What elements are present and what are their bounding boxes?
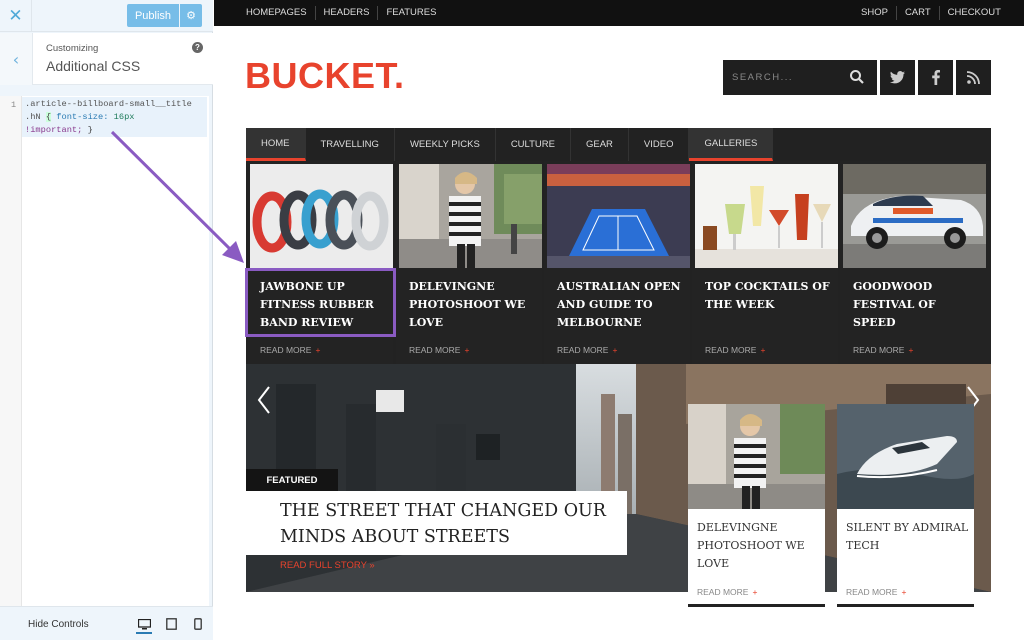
nav-weekly-picks[interactable]: WEEKLY PICKS <box>395 128 496 161</box>
nav-gear[interactable]: GEAR <box>571 128 629 161</box>
mini-card-title[interactable]: DELEVINGNE PHOTOSHOOT WE LOVE <box>697 519 822 573</box>
read-more-link[interactable]: READ MORE + <box>846 587 906 597</box>
css-editor[interactable] <box>0 96 209 606</box>
code-rule-end: !important; } <box>25 124 204 137</box>
card-title[interactable]: TOP COCKTAILS OF THE WEEK <box>705 278 830 314</box>
mobile-icon[interactable] <box>190 617 206 631</box>
site-logo[interactable]: BUCKET. <box>245 55 405 97</box>
back-chevron-icon[interactable]: ‹ <box>0 33 33 85</box>
slider-card[interactable]: DELEVINGNE PHOTOSHOOT WE LOVE READ MORE + <box>688 404 825 607</box>
card-image-stadium[interactable] <box>547 164 690 268</box>
code-selector: .article--billboard-small__title <box>25 99 192 109</box>
desktop-icon[interactable] <box>136 617 152 634</box>
mini-card-title[interactable]: SILENT BY ADMIRAL TECH <box>846 519 971 555</box>
read-full-story-link[interactable]: READ FULL STORY » <box>280 560 375 571</box>
editor-gutter <box>0 96 22 606</box>
hide-controls-button[interactable]: Hide Controls <box>28 619 89 630</box>
css-code-line[interactable]: .article--billboard-small__title .hN { f… <box>22 97 207 137</box>
article-card[interactable]: GOODWOOD FESTIVAL OF SPEED READ MORE + <box>840 161 991 364</box>
card-title[interactable]: GOODWOOD FESTIVAL OF SPEED <box>853 278 978 332</box>
card-image-cocktails[interactable] <box>695 164 838 268</box>
breadcrumb: Customizing <box>46 43 99 54</box>
facebook-icon[interactable] <box>918 60 953 95</box>
top-nav-right: SHOP CART CHECKOUT <box>853 0 1009 26</box>
search-icon[interactable] <box>849 69 865 85</box>
read-more-link[interactable]: READ MORE + <box>697 587 757 597</box>
read-more-label[interactable]: READ MORE <box>846 587 897 597</box>
code-selector-hn: .hN <box>25 112 41 122</box>
read-more-link[interactable]: READ MORE + <box>260 345 320 355</box>
plus-icon[interactable]: + <box>901 587 906 597</box>
card-image-bands[interactable] <box>250 164 393 268</box>
plus-icon[interactable]: + <box>760 345 765 355</box>
top-link-homepages[interactable]: HOMEPAGES <box>238 6 316 20</box>
code-important: !important; <box>25 125 83 135</box>
top-link-checkout[interactable]: CHECKOUT <box>940 6 1009 20</box>
nav-culture[interactable]: CULTURE <box>496 128 571 161</box>
plus-icon[interactable]: + <box>908 345 913 355</box>
read-more-label[interactable]: READ MORE <box>557 345 608 355</box>
code-brace-open: { <box>45 112 52 122</box>
top-link-features[interactable]: FEATURES <box>378 6 444 20</box>
gear-icon[interactable]: ⚙ <box>180 4 202 27</box>
plus-icon[interactable]: + <box>315 345 320 355</box>
read-more-label[interactable]: READ MORE <box>697 587 748 597</box>
read-more-label[interactable]: READ MORE <box>705 345 756 355</box>
close-icon[interactable]: ✕ <box>0 0 32 32</box>
code-value: 16px <box>113 112 135 122</box>
featured-badge: FEATURED <box>246 469 338 491</box>
main-nav: HOME TRAVELLING WEEKLY PICKS CULTURE GEA… <box>246 128 991 161</box>
read-more-link[interactable]: READ MORE + <box>853 345 913 355</box>
read-more-label[interactable]: READ MORE <box>853 345 904 355</box>
publish-button[interactable]: Publish <box>127 4 179 27</box>
top-nav-left: HOMEPAGES HEADERS FEATURES <box>238 0 444 26</box>
card-title[interactable]: DELEVINGNE PHOTOSHOOT WE LOVE <box>409 278 534 332</box>
section-title: Additional CSS <box>46 58 141 74</box>
read-more-link[interactable]: READ MORE + <box>705 345 765 355</box>
mini-image-portrait[interactable] <box>688 404 825 509</box>
read-more-link[interactable]: READ MORE + <box>557 345 617 355</box>
top-link-cart[interactable]: CART <box>897 6 940 20</box>
read-more-label[interactable]: READ MORE <box>409 345 460 355</box>
nav-home[interactable]: HOME <box>246 128 306 161</box>
plus-icon[interactable]: + <box>752 587 757 597</box>
slider-prev-icon[interactable] <box>256 385 272 415</box>
tablet-icon[interactable] <box>163 617 179 631</box>
line-number: 1 <box>11 100 17 110</box>
highlight-box <box>245 268 396 337</box>
slider-card[interactable]: SILENT BY ADMIRAL TECH READ MORE + <box>837 404 974 607</box>
card-image-racecar[interactable] <box>843 164 986 268</box>
mini-image-yacht[interactable] <box>837 404 974 509</box>
featured-title[interactable]: THE STREET THAT CHANGED OUR MINDS ABOUT … <box>280 498 620 550</box>
plus-icon[interactable]: + <box>464 345 469 355</box>
nav-video[interactable]: VIDEO <box>629 128 690 161</box>
article-card[interactable]: TOP COCKTAILS OF THE WEEK READ MORE + <box>692 161 838 364</box>
read-more-label[interactable]: READ MORE <box>260 345 311 355</box>
code-rule: .hN { font-size: 16px <box>25 111 204 124</box>
nav-travelling[interactable]: TRAVELLING <box>306 128 395 161</box>
top-link-shop[interactable]: SHOP <box>853 6 897 20</box>
twitter-icon[interactable] <box>880 60 915 95</box>
article-card[interactable]: AUSTRALIAN OPEN AND GUIDE TO MELBOURNE R… <box>544 161 690 364</box>
card-image-street-portrait[interactable] <box>399 164 542 268</box>
help-icon[interactable]: ? <box>192 42 203 53</box>
plus-icon[interactable]: + <box>612 345 617 355</box>
code-property: font-size: <box>56 112 109 122</box>
read-more-link[interactable]: READ MORE + <box>409 345 469 355</box>
code-brace-close: } <box>87 125 93 135</box>
card-title[interactable]: AUSTRALIAN OPEN AND GUIDE TO MELBOURNE <box>557 278 682 332</box>
rss-icon[interactable] <box>956 60 991 95</box>
top-link-headers[interactable]: HEADERS <box>316 6 379 20</box>
nav-galleries[interactable]: GALLERIES <box>689 128 774 161</box>
article-card[interactable]: DELEVINGNE PHOTOSHOOT WE LOVE READ MORE + <box>396 161 542 364</box>
